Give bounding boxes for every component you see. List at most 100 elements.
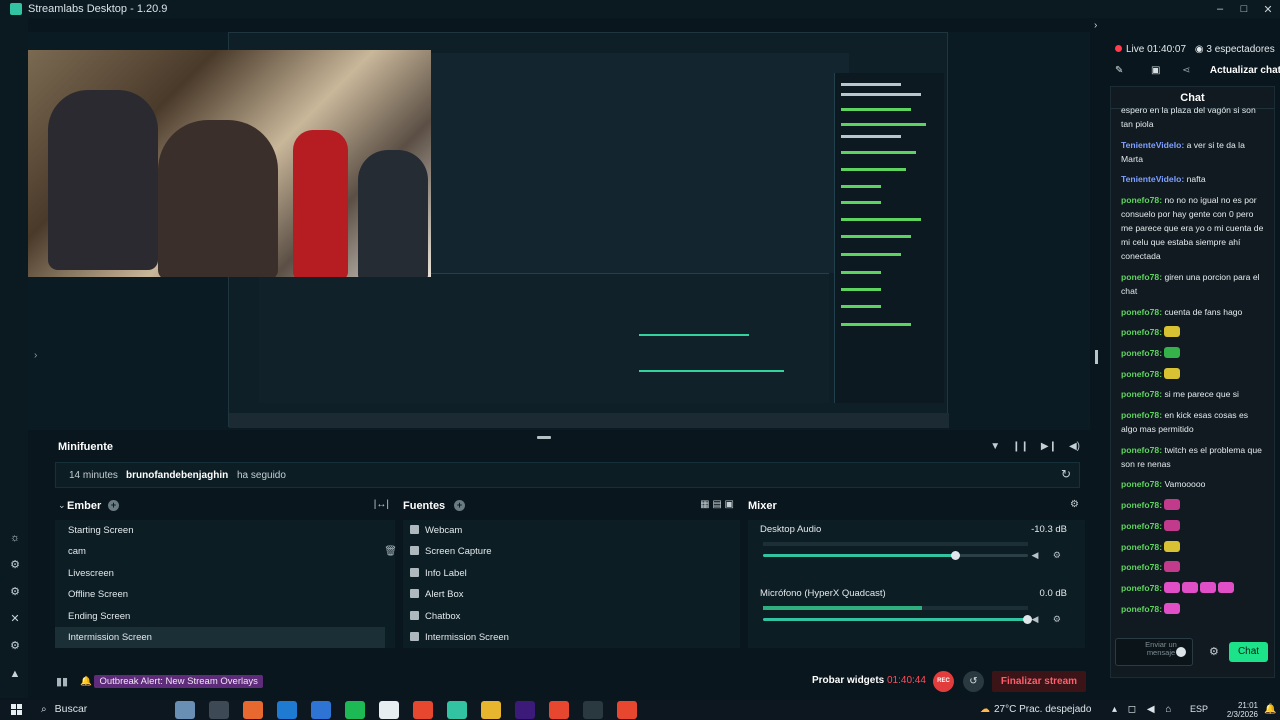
chat-username[interactable]: ponefo78: <box>1121 604 1162 614</box>
windows-start-icon[interactable] <box>11 704 22 715</box>
minimize-button[interactable]: – <box>1208 0 1232 18</box>
chat-send-button[interactable]: Chat <box>1229 642 1268 662</box>
theme-icon[interactable]: ☼ <box>9 532 21 544</box>
tools-icon[interactable]: ✕ <box>9 613 21 625</box>
scene-collection-icon[interactable]: |↔| <box>374 499 389 510</box>
app-icon-chrome-3[interactable] <box>617 701 637 719</box>
panel-resize-handle[interactable] <box>1095 350 1098 364</box>
chat-username[interactable]: TenienteVideIo: <box>1121 174 1184 184</box>
filter-icon[interactable]: ▼ <box>990 441 1000 452</box>
tray-icons[interactable]: ▴ ◻ ◀ ⌂ <box>1112 704 1175 715</box>
chat-username[interactable]: ponefo78: <box>1121 583 1162 593</box>
source-tools-icons[interactable]: ▦ ▤ ▣ <box>700 499 734 510</box>
delete-scene-icon[interactable]: 🗑 <box>384 541 397 562</box>
chat-username[interactable]: TenienteVideIo: <box>1121 140 1184 150</box>
pin-icon[interactable]: ▣ <box>1151 65 1160 76</box>
add-scene-button[interactable]: + <box>108 500 119 511</box>
chat-username[interactable]: ponefo78: <box>1121 542 1162 552</box>
chat-username[interactable]: ponefo78: <box>1121 272 1162 282</box>
chat-message: ponefo78: cuenta de fans hago <box>1121 305 1266 319</box>
stats-icon[interactable]: ▮▮ <box>56 675 68 688</box>
chat-username[interactable]: ponefo78: <box>1121 369 1162 379</box>
volume-slider[interactable] <box>763 615 1032 624</box>
emoji-icon[interactable] <box>1176 647 1186 657</box>
chat-username[interactable]: ponefo78: <box>1121 521 1162 531</box>
edit-icon[interactable]: ✎ <box>1115 65 1123 76</box>
volume-slider-knob[interactable] <box>951 551 961 560</box>
collapse-left-icon[interactable]: › <box>34 350 37 361</box>
chat-username[interactable]: ponefo78: <box>1121 562 1162 572</box>
channel-controls[interactable]: ◀ ⚙ <box>1032 614 1068 625</box>
refresh-icon[interactable]: ↻ <box>1061 467 1071 481</box>
skip-icon[interactable]: ▶❙ <box>1041 441 1057 452</box>
source-item[interactable]: Webcam <box>410 520 462 541</box>
app-icon-vscode[interactable] <box>311 701 331 719</box>
app-icon-spotify[interactable] <box>345 701 365 719</box>
channel-controls[interactable]: ◀ ⚙ <box>1032 550 1068 561</box>
rec-button[interactable]: REC <box>933 671 954 692</box>
scene-item[interactable]: Livescreen <box>55 563 385 584</box>
alert-notification[interactable]: 🔔 Outbreak Alert: New Stream Overlays <box>80 675 263 689</box>
refresh-chat-button[interactable]: Actualizar chat <box>1210 65 1280 76</box>
source-item[interactable]: Screen Capture <box>410 541 492 562</box>
volume-slider[interactable] <box>763 551 1028 560</box>
sources-header: Fuentes + ▦ ▤ ▣ <box>403 496 740 516</box>
profile-icon[interactable]: ▲ <box>9 668 21 680</box>
close-button[interactable]: ✕ <box>1256 0 1280 18</box>
chat-username[interactable]: ponefo78: <box>1121 389 1162 399</box>
dashboard-icon[interactable]: ⚙ <box>9 559 21 571</box>
chat-username[interactable]: ponefo78: <box>1121 479 1162 489</box>
stream-preview[interactable]: › <box>28 32 1090 430</box>
app-icon-streamlabs[interactable] <box>447 701 467 719</box>
language-indicator[interactable]: ESP <box>1190 704 1208 714</box>
task-view-icon[interactable] <box>209 701 229 719</box>
source-item[interactable]: Info Label <box>410 563 467 584</box>
app-icon-chrome[interactable] <box>413 701 433 719</box>
scene-item[interactable]: Offline Screen <box>55 584 385 605</box>
app-icon-edge[interactable] <box>277 701 297 719</box>
app-icon-chrome-2[interactable] <box>549 701 569 719</box>
volume-icon[interactable]: ◀) <box>1069 441 1080 452</box>
app-icon-live[interactable] <box>583 701 603 719</box>
chat-username[interactable]: ponefo78: <box>1121 445 1162 455</box>
scene-item[interactable]: cam 🗑 <box>55 541 397 562</box>
app-icon-explorer[interactable] <box>481 701 501 719</box>
taskbar-search[interactable]: ⌕ Buscar <box>41 703 87 715</box>
taskbar-clock[interactable]: 21:01 2/3/2026 <box>1218 701 1258 719</box>
collapse-chat-icon[interactable]: › <box>1094 20 1097 31</box>
scene-item[interactable]: Ending Screen <box>55 606 385 627</box>
settings-icon[interactable]: ⚙ <box>9 640 21 652</box>
pause-icon[interactable]: ❙❙ <box>1012 441 1029 452</box>
chat-username[interactable]: ponefo78: <box>1121 307 1162 317</box>
collapse-icon[interactable]: ⌄ <box>58 500 66 511</box>
chat-username[interactable]: ponefo78: <box>1121 500 1162 510</box>
app-icon-calendar[interactable] <box>379 701 399 719</box>
notification-icon[interactable]: 🔔 <box>1264 704 1276 715</box>
replay-icon[interactable]: ↺ <box>963 671 984 692</box>
maximize-button[interactable]: □ <box>1232 0 1256 18</box>
add-source-button[interactable]: + <box>454 500 465 511</box>
chat-username[interactable]: ponefo78: <box>1121 327 1162 337</box>
chat-input[interactable]: Enviar un mensaje <box>1115 638 1193 666</box>
widgets-icon[interactable]: ⚙ <box>9 586 21 598</box>
chat-text: si me parece que si <box>1162 389 1239 400</box>
source-item[interactable]: Chatbox <box>410 606 460 627</box>
app-icon-firefox[interactable] <box>243 701 263 719</box>
weather-widget[interactable]: ☁ 27°C Prac. despejado <box>980 704 1091 715</box>
test-widgets-button[interactable]: Probar widgets <box>812 675 884 686</box>
share-icon[interactable]: ⋖ <box>1182 65 1190 76</box>
chat-username[interactable]: ponefo78: <box>1121 195 1162 205</box>
scenes-title: Ember <box>67 500 102 512</box>
scene-item[interactable]: Intermission Screen <box>55 627 385 648</box>
chat-settings-icon[interactable]: ⚙ <box>1209 645 1219 658</box>
scene-item[interactable]: Starting Screen <box>55 520 385 541</box>
chat-username[interactable]: ponefo78: <box>1121 348 1162 358</box>
end-stream-button[interactable]: Finalizar stream <box>992 671 1086 692</box>
chat-username[interactable]: ponefo78: <box>1121 410 1162 420</box>
mixer-settings-icon[interactable]: ⚙ <box>1070 499 1079 510</box>
app-icon-photos[interactable] <box>175 701 195 719</box>
app-icon-premiere[interactable] <box>515 701 535 719</box>
source-item[interactable]: Intermission Screen <box>410 627 509 648</box>
source-item[interactable]: Alert Box <box>410 584 464 605</box>
source-label: Info Label <box>425 567 467 579</box>
